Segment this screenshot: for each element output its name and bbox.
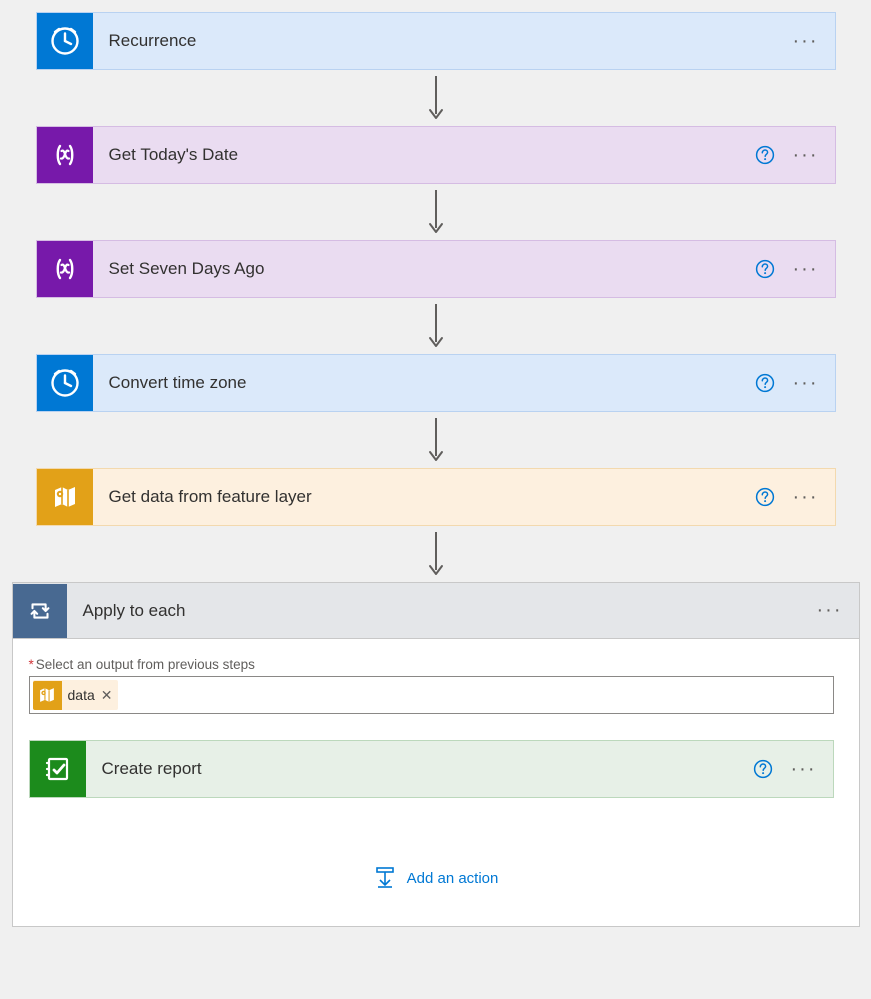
variable-icon (37, 127, 93, 183)
help-icon[interactable] (755, 373, 775, 393)
more-menu-icon[interactable]: ··· (793, 487, 819, 507)
flow-step[interactable]: Get data from feature layer ··· (36, 468, 836, 526)
more-menu-icon[interactable]: ··· (817, 599, 843, 621)
token-label: data (68, 687, 95, 703)
help-icon[interactable] (755, 259, 775, 279)
more-menu-icon[interactable]: ··· (793, 31, 819, 51)
step-title: Get data from feature layer (93, 487, 755, 507)
loop-icon (13, 584, 67, 638)
flow-step[interactable]: Get Today's Date ··· (36, 126, 836, 184)
step-title: Get Today's Date (93, 145, 755, 165)
clock-icon (37, 13, 93, 69)
map-icon (37, 469, 93, 525)
connector-arrow (426, 298, 446, 354)
apply-to-each-container: Apply to each···*Select an output from p… (12, 582, 860, 927)
connector-arrow (426, 70, 446, 126)
help-icon[interactable] (755, 145, 775, 165)
step-title: Create report (86, 759, 753, 779)
step-title: Convert time zone (93, 373, 755, 393)
map-icon (33, 681, 62, 710)
more-menu-icon[interactable]: ··· (793, 259, 819, 279)
flow-step[interactable]: Set Seven Days Ago ··· (36, 240, 836, 298)
help-icon[interactable] (755, 487, 775, 507)
remove-token-icon[interactable]: ✕ (101, 687, 113, 704)
connector-arrow (426, 184, 446, 240)
flow-step[interactable]: Create report ··· (29, 740, 834, 798)
flow-step[interactable]: Convert time zone ··· (36, 354, 836, 412)
connector-arrow (426, 526, 446, 582)
step-title: Recurrence (93, 31, 793, 51)
step-title: Set Seven Days Ago (93, 259, 755, 279)
more-menu-icon[interactable]: ··· (791, 759, 817, 779)
report-icon (30, 741, 86, 797)
add-action-icon (373, 866, 397, 890)
help-icon[interactable] (753, 759, 773, 779)
container-header[interactable]: Apply to each··· (13, 583, 859, 639)
dynamic-content-token[interactable]: data ✕ (33, 680, 119, 710)
connector-arrow (426, 412, 446, 468)
clock-icon (37, 355, 93, 411)
more-menu-icon[interactable]: ··· (793, 373, 819, 393)
field-label: *Select an output from previous steps (29, 657, 843, 672)
output-input[interactable]: data ✕ (29, 676, 834, 714)
container-title: Apply to each (67, 601, 817, 621)
more-menu-icon[interactable]: ··· (793, 145, 819, 165)
variable-icon (37, 241, 93, 297)
add-action-button[interactable]: Add an action (29, 866, 843, 890)
flow-step[interactable]: Recurrence··· (36, 12, 836, 70)
